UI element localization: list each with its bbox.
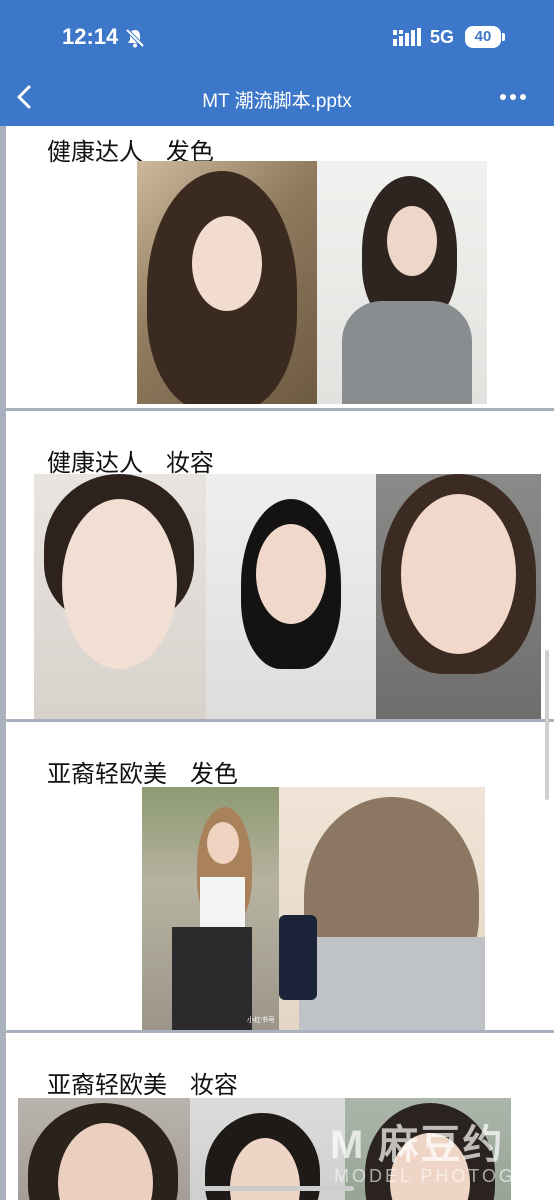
- more-options-button[interactable]: [496, 84, 530, 110]
- document-title: MT 潮流脚本.pptx: [202, 91, 352, 112]
- watermark-logo: M 麻豆约: [330, 1123, 505, 1167]
- face-shape: [62, 499, 177, 669]
- bell-muted-icon: [125, 28, 145, 48]
- network-type: 5G: [430, 27, 455, 47]
- slide-title: 健康达人 妆容: [47, 449, 214, 477]
- slide-title: 亚裔轻欧美 妆容: [47, 1071, 238, 1099]
- signal-icon: [393, 28, 421, 46]
- face-shape: [192, 216, 262, 311]
- home-indicator[interactable]: [200, 1186, 354, 1191]
- face-shape: [387, 206, 437, 276]
- makeup-photo-1: [34, 474, 206, 719]
- face-shape: [401, 494, 516, 654]
- slide-1[interactable]: 健康达人 发色: [6, 126, 554, 408]
- makeup-photo-5: [190, 1098, 345, 1200]
- pants-shape: [172, 927, 252, 1030]
- makeup-photo-4: [18, 1098, 190, 1200]
- top-bar: 12:14 5G 40 MT 潮流脚本.pptx: [0, 0, 554, 126]
- battery-nub: [502, 33, 505, 41]
- shirt-shape: [299, 937, 485, 1030]
- phone-shape: [279, 915, 317, 1000]
- top-shape: [200, 877, 245, 927]
- scrollbar[interactable]: [545, 650, 549, 800]
- face-shape: [256, 524, 326, 624]
- hair-photo-4: [279, 787, 485, 1030]
- battery-icon: 40: [465, 26, 501, 48]
- sweater-shape: [342, 301, 472, 404]
- battery-level: 40: [474, 28, 492, 45]
- slide-title: 亚裔轻欧美 发色: [47, 760, 238, 788]
- slide-3[interactable]: 亚裔轻欧美 发色 小红书号: [6, 722, 554, 1030]
- watermark-subtitle: MODEL PHOTOGRA: [334, 1166, 548, 1186]
- makeup-photo-2: [206, 474, 376, 719]
- slide-2[interactable]: 健康达人 妆容: [6, 411, 554, 719]
- photo-caption: 小红书号: [247, 1017, 275, 1024]
- hair-photo-2: [317, 161, 487, 404]
- hair-photo-1: [137, 161, 317, 404]
- status-time: 12:14: [62, 24, 119, 49]
- makeup-photo-3: [376, 474, 541, 719]
- hair-photo-3: 小红书号: [142, 787, 279, 1030]
- face-shape: [207, 822, 239, 864]
